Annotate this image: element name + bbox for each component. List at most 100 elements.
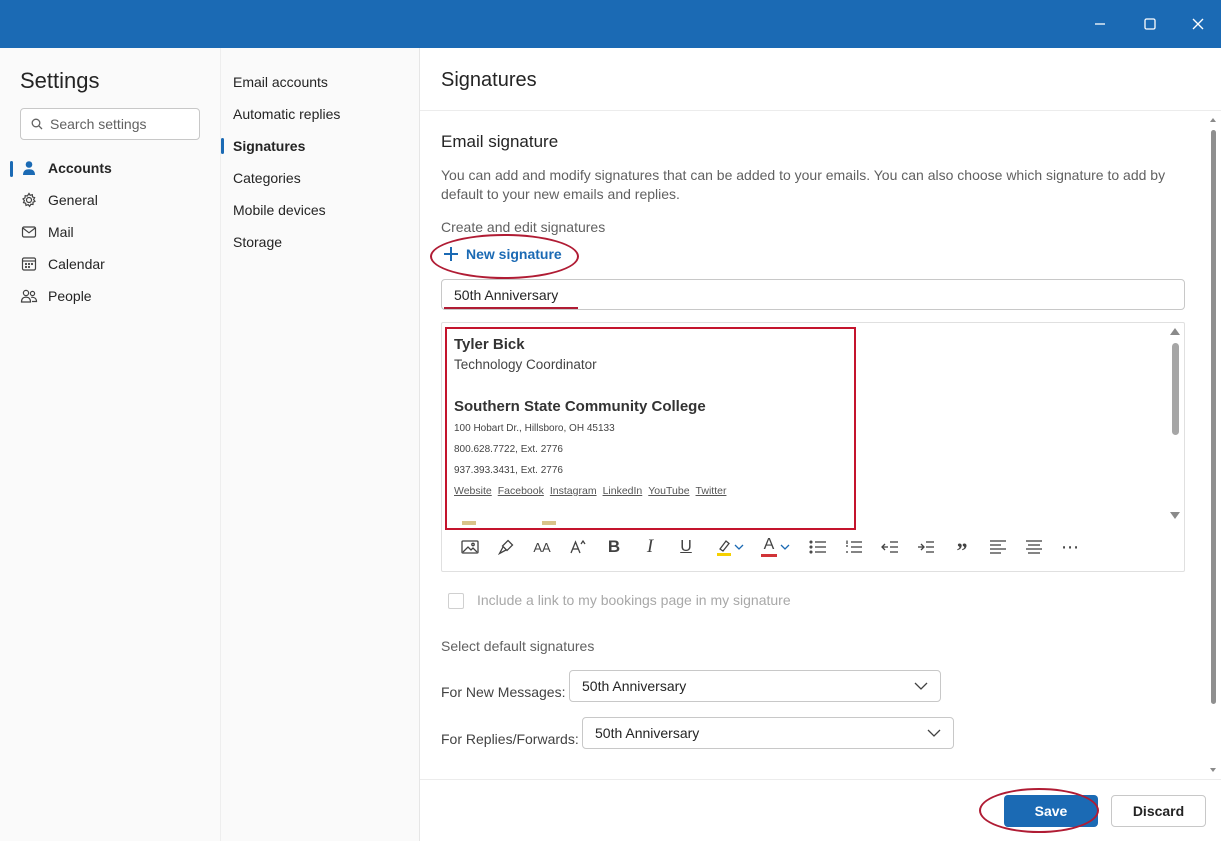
- nav-item-label: People: [48, 288, 92, 304]
- minimize-icon[interactable]: [1086, 10, 1114, 38]
- subnav-signatures[interactable]: Signatures: [233, 138, 305, 154]
- quote-icon[interactable]: ”: [948, 533, 976, 563]
- settings-sidebar: Settings Accounts General Mail Calendar …: [0, 48, 220, 841]
- new-signature-button[interactable]: New signature: [443, 246, 562, 262]
- chevron-down-icon: [927, 729, 941, 737]
- mail-icon: [20, 223, 38, 241]
- font-size-icon[interactable]: AA: [528, 533, 556, 561]
- signature-image-fragment: [462, 521, 476, 525]
- save-button[interactable]: Save: [1004, 795, 1098, 827]
- signatures-panel: Signatures Email signature You can add a…: [419, 48, 1221, 841]
- active-nav-indicator: [10, 161, 13, 177]
- search-box[interactable]: [20, 108, 200, 140]
- close-icon[interactable]: [1184, 10, 1212, 38]
- chevron-down-icon: [914, 682, 928, 690]
- footer-divider: [420, 779, 1221, 780]
- nav-item-general[interactable]: General: [20, 188, 98, 212]
- signature-name-input[interactable]: [441, 279, 1185, 310]
- search-input[interactable]: [50, 116, 190, 132]
- nav-item-mail[interactable]: Mail: [20, 220, 74, 244]
- active-subnav-indicator: [221, 138, 224, 154]
- editor-scroll-down-icon[interactable]: [1170, 512, 1180, 519]
- chevron-down-icon[interactable]: [731, 533, 747, 561]
- editor-scroll-up-icon[interactable]: [1170, 328, 1180, 335]
- search-icon: [31, 118, 43, 130]
- signature-link-twitter[interactable]: Twitter: [696, 485, 727, 497]
- signature-phone: 800.628.7722, Ext. 2776: [454, 444, 563, 455]
- nav-item-calendar[interactable]: Calendar: [20, 252, 105, 276]
- numbered-list-icon[interactable]: [840, 533, 868, 561]
- nav-item-label: Accounts: [48, 160, 112, 176]
- decrease-indent-icon[interactable]: [876, 533, 904, 561]
- signature-address: 100 Hobart Dr., Hillsboro, OH 45133: [454, 423, 615, 434]
- replies-forwards-label: For Replies/Forwards:: [441, 731, 579, 747]
- signature-link-instagram[interactable]: Instagram: [550, 485, 597, 497]
- font-color-swatch: [761, 554, 777, 557]
- bold-icon[interactable]: B: [600, 533, 628, 561]
- chevron-down-icon[interactable]: [777, 533, 793, 561]
- signature-link-linkedin[interactable]: LinkedIn: [603, 485, 643, 497]
- signature-content[interactable]: Tyler Bick Technology Coordinator Southe…: [445, 327, 856, 530]
- calendar-icon: [20, 255, 38, 273]
- nav-item-accounts[interactable]: Accounts: [20, 156, 112, 180]
- people-icon: [20, 287, 38, 305]
- signature-link-website[interactable]: Website: [454, 485, 492, 497]
- maximize-icon[interactable]: [1136, 10, 1164, 38]
- signature-organization: Southern State Community College: [454, 398, 706, 415]
- nav-item-people[interactable]: People: [20, 284, 92, 308]
- subnav-mobile-devices[interactable]: Mobile devices: [233, 202, 326, 218]
- settings-title: Settings: [20, 68, 100, 93]
- insert-image-icon[interactable]: [456, 533, 484, 561]
- nav-item-label: General: [48, 192, 98, 208]
- underline-icon[interactable]: U: [672, 533, 700, 561]
- nav-item-label: Mail: [48, 224, 74, 240]
- increase-indent-icon[interactable]: [912, 533, 940, 561]
- subnav-categories[interactable]: Categories: [233, 170, 301, 186]
- replies-forwards-value: 50th Anniversary: [595, 725, 700, 741]
- signature-image-fragment: [542, 521, 556, 525]
- replies-forwards-dropdown[interactable]: 50th Anniversary: [582, 717, 954, 749]
- align-left-icon[interactable]: [984, 533, 1012, 561]
- annotation-underline: [444, 307, 578, 309]
- title-bar: [0, 0, 1221, 48]
- panel-scrollbar-thumb[interactable]: [1211, 130, 1216, 704]
- more-options-icon[interactable]: ⋯: [1056, 533, 1084, 561]
- nav-item-label: Calendar: [48, 256, 105, 272]
- format-painter-icon[interactable]: [492, 533, 520, 561]
- page-title: Signatures: [441, 69, 537, 91]
- divider: [420, 110, 1221, 111]
- signature-phone: 937.393.3431, Ext. 2776: [454, 465, 563, 476]
- signature-editor[interactable]: Tyler Bick Technology Coordinator Southe…: [441, 322, 1185, 572]
- align-center-icon[interactable]: [1020, 533, 1048, 561]
- signature-person-name: Tyler Bick: [454, 336, 525, 353]
- italic-icon[interactable]: I: [636, 533, 664, 561]
- formatting-toolbar: AA B I U A ” ⋯: [456, 533, 1096, 563]
- font-color-glyph: A: [763, 536, 775, 553]
- bookings-link-checkbox[interactable]: [448, 593, 464, 609]
- section-heading: Email signature: [441, 132, 559, 151]
- signature-link-youtube[interactable]: YouTube: [648, 485, 689, 497]
- plus-icon: [444, 247, 458, 261]
- panel-scroll-down-icon[interactable]: [1210, 768, 1216, 772]
- panel-scroll-up-icon[interactable]: [1210, 118, 1216, 122]
- section-description: You can add and modify signatures that c…: [441, 167, 1166, 202]
- subnav-email-accounts[interactable]: Email accounts: [233, 74, 328, 90]
- create-signatures-label: Create and edit signatures: [441, 219, 606, 235]
- discard-button[interactable]: Discard: [1111, 795, 1206, 827]
- bulleted-list-icon[interactable]: [804, 533, 832, 561]
- editor-scrollbar-thumb[interactable]: [1172, 343, 1179, 435]
- signature-link-facebook[interactable]: Facebook: [498, 485, 544, 497]
- subnav-automatic-replies[interactable]: Automatic replies: [233, 106, 340, 122]
- new-messages-dropdown[interactable]: 50th Anniversary: [569, 670, 941, 702]
- bookings-link-label: Include a link to my bookings page in my…: [477, 592, 791, 608]
- settings-subnav: Email accounts Automatic replies Signatu…: [220, 48, 419, 841]
- person-icon: [20, 159, 38, 177]
- signature-role: Technology Coordinator: [454, 357, 597, 372]
- gear-icon: [20, 191, 38, 209]
- new-messages-value: 50th Anniversary: [582, 678, 687, 694]
- new-signature-label: New signature: [466, 246, 562, 262]
- new-messages-label: For New Messages:: [441, 684, 566, 700]
- subnav-storage[interactable]: Storage: [233, 234, 282, 250]
- text-effects-icon[interactable]: [564, 533, 592, 561]
- signature-links: Website Facebook Instagram LinkedIn YouT…: [454, 485, 847, 497]
